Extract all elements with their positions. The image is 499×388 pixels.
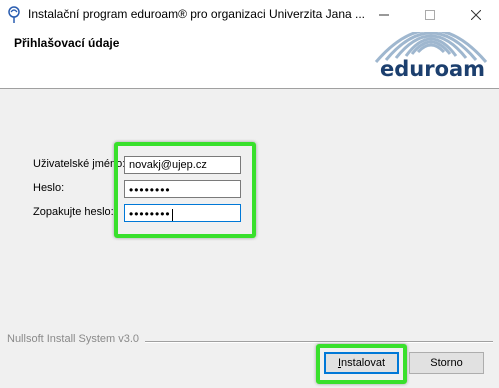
- close-button[interactable]: [453, 0, 499, 30]
- password-label: Heslo:: [33, 182, 65, 194]
- title-bar: Instalační program eduroam® pro organiza…: [0, 0, 499, 30]
- minimize-icon: [379, 14, 389, 16]
- nsis-branding: Nullsoft Install System v3.0: [7, 333, 140, 345]
- eduroam-logo: eduroam: [374, 32, 488, 81]
- fields-highlight: [114, 142, 256, 238]
- installer-icon: [8, 6, 20, 23]
- maximize-icon: [425, 10, 435, 20]
- username-label: Uživatelské jméno:: [33, 158, 126, 170]
- minimize-button[interactable]: [361, 0, 407, 30]
- cancel-button[interactable]: Storno: [409, 352, 484, 374]
- header-panel: Přihlašovací údaje eduroam: [0, 30, 499, 89]
- cancel-button-label: Storno: [430, 357, 463, 369]
- footer-divider: [145, 341, 493, 343]
- close-icon: [471, 10, 481, 20]
- svg-text:eduroam: eduroam: [380, 57, 485, 81]
- window-title: Instalační program eduroam® pro organiza…: [28, 7, 366, 21]
- install-highlight: [316, 344, 407, 384]
- page-title: Přihlašovací údaje: [14, 36, 120, 50]
- maximize-button[interactable]: [407, 0, 453, 30]
- password-confirm-label: Zopakujte heslo:: [33, 206, 114, 218]
